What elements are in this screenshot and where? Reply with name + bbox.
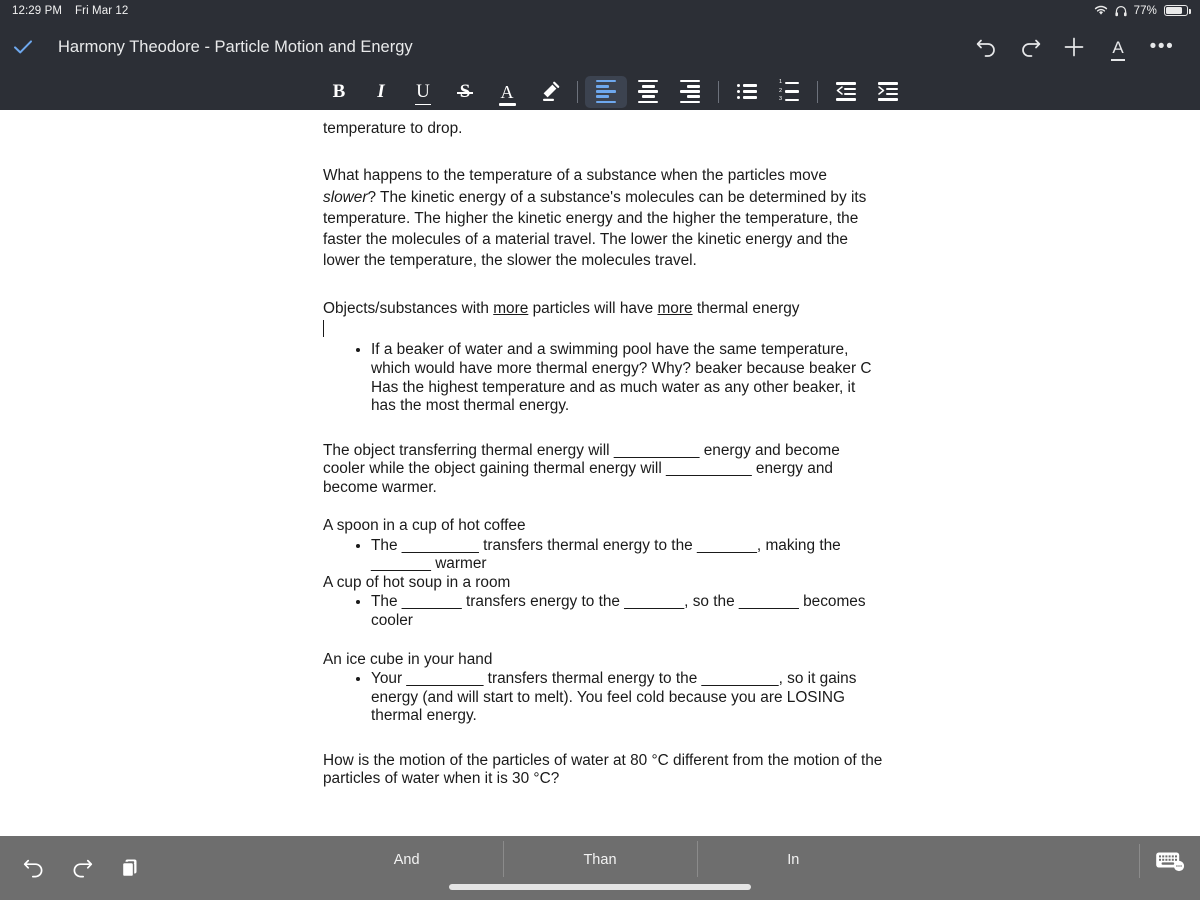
undo-button[interactable] <box>964 27 1008 67</box>
status-bar-left: 12:29 PM Fri Mar 12 <box>0 5 128 17</box>
suggestion-2[interactable]: Than <box>503 841 696 877</box>
more-part-a: Objects/substances with <box>323 299 494 317</box>
bullet-list-ice[interactable]: Your _________ transfers thermal energy … <box>345 669 883 726</box>
more-underlined-2: more <box>657 299 693 317</box>
status-bar: 12:29 PM Fri Mar 12 77% <box>0 0 1200 21</box>
heading-spoon[interactable]: A spoon in a cup of hot coffee <box>323 517 883 536</box>
paragraph-slower[interactable]: What happens to the temperature of a sub… <box>323 165 883 271</box>
text-format-a-icon[interactable]: A <box>1096 27 1140 67</box>
text-cursor-line <box>323 319 883 340</box>
redo-button[interactable] <box>1008 27 1052 67</box>
text-format-label: A <box>1111 37 1126 61</box>
title-bar-actions: A ••• <box>964 27 1184 67</box>
align-center-button[interactable] <box>627 76 669 108</box>
bullet-list-beaker[interactable]: If a beaker of water and a swimming pool… <box>345 340 883 415</box>
underline-button[interactable]: U <box>402 76 444 108</box>
paragraph-question[interactable]: How is the motion of the particles of wa… <box>323 752 883 789</box>
paragraph-slower-part2: ? The kinetic energy of a substance's mo… <box>323 188 867 270</box>
toolbar-divider <box>1139 844 1140 878</box>
bullet-list-soup[interactable]: The _______ transfers energy to the ____… <box>345 592 883 630</box>
bulleted-list-button[interactable] <box>726 76 768 108</box>
battery-percent-label: 77% <box>1133 4 1157 17</box>
document-page[interactable]: temperature to drop. What happens to the… <box>323 110 883 789</box>
status-date: Fri Mar 12 <box>75 4 129 17</box>
wifi-icon <box>1094 5 1108 16</box>
autocorrect-suggestions: And Than In <box>310 836 890 884</box>
bullet-list-spoon[interactable]: The _________ transfers thermal energy t… <box>345 536 883 574</box>
add-button[interactable] <box>1052 27 1096 67</box>
outdent-icon <box>836 82 856 101</box>
italic-label: I <box>377 81 385 102</box>
numbered-list-icon: 1 2 3 <box>779 80 799 103</box>
align-left-button[interactable] <box>585 75 627 108</box>
heading-ice[interactable]: An ice cube in your hand <box>323 651 883 670</box>
heading-soup[interactable]: A cup of hot soup in a room <box>323 574 883 593</box>
align-center-icon <box>638 79 658 104</box>
bold-button[interactable]: B <box>318 76 360 108</box>
align-left-icon <box>596 79 616 104</box>
list-item[interactable]: The _________ transfers thermal energy t… <box>371 536 883 574</box>
more-part-c: thermal energy <box>692 299 800 317</box>
paragraph-slower-part1: What happens to the temperature of a sub… <box>323 167 827 185</box>
indent-button[interactable] <box>867 76 909 108</box>
numbered-list-button[interactable]: 1 2 3 <box>768 76 810 108</box>
underline-label: U <box>415 81 431 105</box>
status-bar-right: 77% <box>1094 4 1191 17</box>
home-indicator <box>449 884 751 890</box>
more-part-b: particles will have <box>528 299 658 317</box>
bottom-toolbar-right <box>1139 844 1186 878</box>
ellipsis-icon[interactable]: ••• <box>1140 27 1184 67</box>
text-color-label: A <box>498 81 516 106</box>
battery-icon <box>1164 5 1191 16</box>
toolbar-divider <box>577 80 578 103</box>
checkmark-icon[interactable] <box>0 39 46 55</box>
bulleted-list-icon <box>737 84 757 99</box>
paragraph-slower-italic: slower <box>323 188 368 206</box>
list-item[interactable]: If a beaker of water and a swimming pool… <box>371 340 883 415</box>
list-item[interactable]: Your _________ transfers thermal energy … <box>371 669 883 726</box>
format-toolbar: B I U S A 1 2 3 <box>0 73 1200 110</box>
suggestion-1[interactable]: And <box>310 852 503 868</box>
bottom-toolbar-left <box>0 852 146 884</box>
suggestion-3[interactable]: In <box>696 841 890 877</box>
highlighter-icon[interactable] <box>528 76 570 108</box>
copy-paste-icon[interactable] <box>114 852 146 884</box>
page-title[interactable]: Harmony Theodore - Particle Motion and E… <box>58 38 413 57</box>
paragraph-more-particles[interactable]: Objects/substances with more particles w… <box>323 298 883 319</box>
headphones-icon <box>1115 5 1127 17</box>
paragraph-transfer[interactable]: The object transferring thermal energy w… <box>323 442 883 498</box>
list-item[interactable]: The _______ transfers energy to the ____… <box>371 592 883 630</box>
italic-button[interactable]: I <box>360 76 402 108</box>
bold-label: B <box>332 81 346 102</box>
toolbar-divider <box>718 80 719 103</box>
outdent-button[interactable] <box>825 76 867 108</box>
text-cursor <box>323 320 324 338</box>
hide-keyboard-button[interactable] <box>1154 845 1186 877</box>
indent-icon <box>878 82 898 101</box>
align-right-icon <box>680 79 700 104</box>
strikethrough-button[interactable]: S <box>444 76 486 108</box>
align-right-button[interactable] <box>669 76 711 108</box>
tablet-screen: 12:29 PM Fri Mar 12 77% Harmony Theodore… <box>0 0 1200 900</box>
title-bar: Harmony Theodore - Particle Motion and E… <box>0 21 1200 73</box>
redo-button[interactable] <box>66 852 98 884</box>
bottom-toolbar: And Than In <box>0 836 1200 900</box>
more-underlined-1: more <box>493 299 529 317</box>
strikethrough-label: S <box>456 81 473 102</box>
document-canvas[interactable]: temperature to drop. What happens to the… <box>0 110 1200 835</box>
text-color-button[interactable]: A <box>486 76 528 108</box>
more-options-label: ••• <box>1149 36 1175 58</box>
status-time: 12:29 PM <box>12 4 63 17</box>
paragraph-clipped-tail[interactable]: temperature to drop. <box>323 118 883 139</box>
toolbar-divider <box>817 80 818 103</box>
undo-button[interactable] <box>18 852 50 884</box>
